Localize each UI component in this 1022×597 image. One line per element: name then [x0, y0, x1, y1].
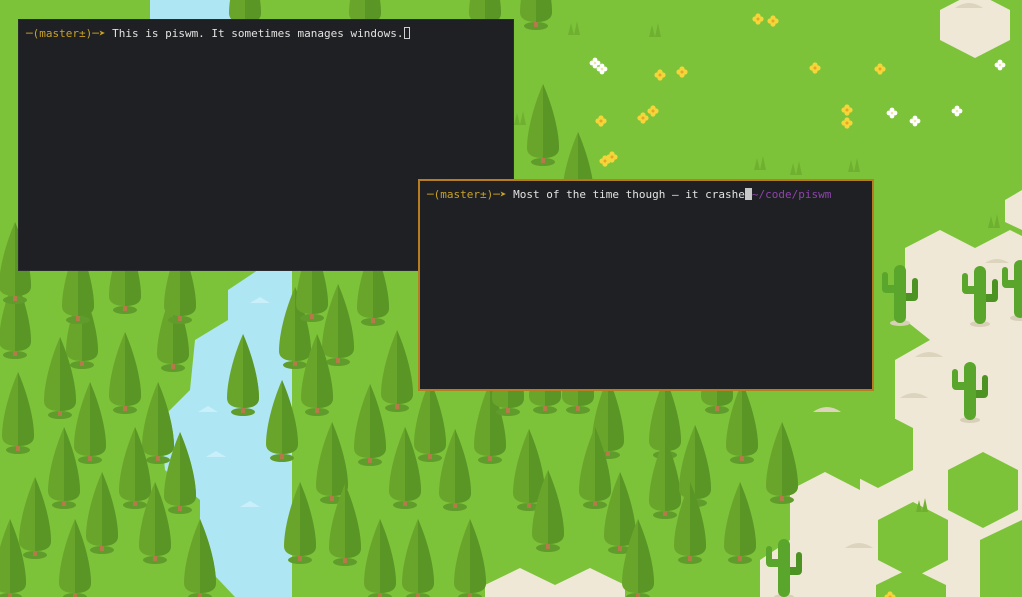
- text-cursor: [403, 27, 410, 39]
- desktop[interactable]: ─(master±)─➤ This is piswm. It sometimes…: [0, 0, 1022, 597]
- command-text: Most of the time though – it crashe: [513, 188, 745, 201]
- terminal-line: ─(master±)─➤ Most of the time though – i…: [427, 188, 865, 202]
- working-directory: ~/code/piswm: [751, 188, 832, 201]
- terminal-line: ─(master±)─➤ This is piswm. It sometimes…: [26, 27, 506, 41]
- command-text: This is piswm. It sometimes manages wind…: [112, 27, 404, 40]
- terminal-window-focused[interactable]: ─(master±)─➤ Most of the time though – i…: [418, 179, 874, 391]
- shell-prompt: ─(master±)─➤: [427, 188, 514, 201]
- shell-prompt: ─(master±)─➤: [26, 27, 113, 40]
- text-cursor: [744, 188, 752, 200]
